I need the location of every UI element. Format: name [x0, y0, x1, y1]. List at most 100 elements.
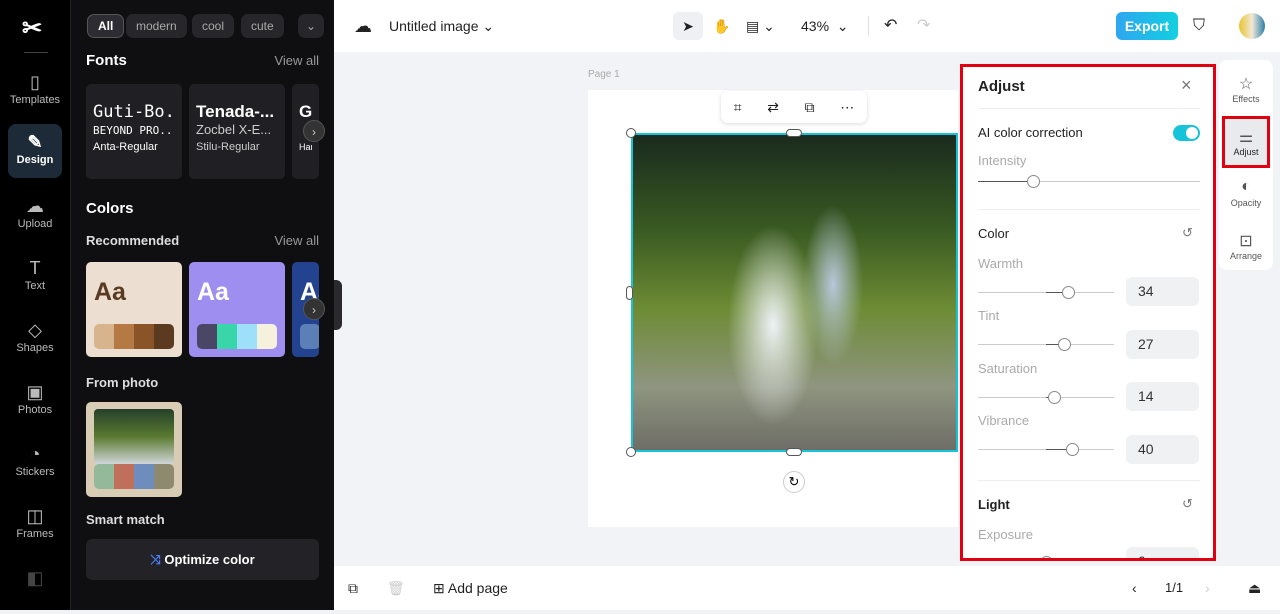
palettes-next-icon[interactable]: › — [303, 298, 325, 320]
side-label: Arrange — [1229, 251, 1263, 261]
more-icon[interactable]: ⋯ — [840, 99, 854, 116]
cloud-save-icon[interactable]: ☁ — [354, 12, 372, 40]
add-page-label: Add page — [447, 580, 508, 596]
smart-match-label: Smart match — [86, 512, 165, 527]
saturation-input[interactable]: 14 — [1126, 382, 1199, 411]
tint-slider[interactable] — [978, 338, 1114, 351]
vibrance-input[interactable]: 40 — [1126, 435, 1199, 464]
resize-handle[interactable] — [626, 128, 636, 138]
chip-cool[interactable]: cool — [192, 14, 235, 38]
rail-label: Frames — [16, 528, 54, 540]
slider-thumb[interactable] — [1058, 338, 1071, 351]
next-page-icon[interactable]: › — [1205, 574, 1210, 602]
upload-icon: ☁ — [26, 196, 44, 216]
ai-color-correction-toggle[interactable] — [1173, 125, 1200, 141]
side-opacity[interactable]: ◐ Opacity — [1222, 170, 1270, 220]
document-title[interactable]: Untitled image ⌄ — [389, 12, 494, 40]
fonts-view-all[interactable]: View all — [274, 53, 319, 68]
tint-input[interactable]: 27 — [1126, 330, 1199, 359]
slider-thumb[interactable] — [1027, 175, 1040, 188]
slider-thumb[interactable] — [1040, 556, 1053, 558]
close-icon[interactable]: × — [1181, 75, 1192, 96]
rail-shapes[interactable]: ◇ Shapes — [8, 312, 62, 366]
select-tool-icon[interactable]: ➤ — [673, 12, 703, 40]
chip-cute[interactable]: cute — [241, 14, 284, 38]
rail-label: Photos — [17, 404, 53, 416]
font-preview: Guti-Bo... — [93, 102, 175, 122]
add-page-button[interactable]: ⊞ Add page — [433, 574, 508, 602]
rail-upload[interactable]: ☁ Upload — [8, 188, 62, 242]
selected-photo[interactable] — [631, 133, 958, 452]
optimize-color-button[interactable]: ⤨ Optimize color — [86, 539, 319, 580]
crop-icon[interactable]: ⌗ — [734, 99, 742, 116]
intensity-slider[interactable] — [978, 175, 1200, 188]
rail-templates[interactable]: ▯ Templates — [8, 64, 62, 118]
from-photo-label: From photo — [86, 375, 159, 390]
right-tool-rail: ☆ Effects ⚌ Adjust ◐ Opacity ⊡ Arrange — [1219, 60, 1273, 270]
zoom-select[interactable]: 43% ⌄ — [801, 12, 849, 40]
resize-handle[interactable] — [626, 447, 636, 457]
rail-label: Shapes — [16, 342, 54, 354]
exposure-input[interactable]: 0 — [1126, 547, 1199, 558]
photos-icon: ▣ — [26, 382, 44, 402]
font-name: Anta-Regular — [93, 141, 158, 153]
hand-tool-icon[interactable]: ✋ — [713, 12, 730, 40]
rail-design[interactable]: ✎ Design — [8, 124, 62, 178]
duplicate-page-icon[interactable]: ⧉ — [348, 574, 358, 602]
avatar[interactable] — [1239, 13, 1265, 39]
divider — [24, 52, 48, 53]
layout-icon[interactable]: ◧ — [8, 560, 62, 614]
font-card[interactable]: Guti-Bo... BEYOND PRO... Anta-Regular — [86, 84, 182, 179]
slider-thumb[interactable] — [1062, 286, 1075, 299]
pages-panel-icon[interactable]: ⏏ — [1248, 574, 1261, 602]
rotate-icon[interactable]: ↻ — [783, 471, 805, 493]
font-preview: Tenada-... — [196, 102, 275, 121]
side-arrange[interactable]: ⊡ Arrange — [1222, 223, 1270, 273]
resize-handle[interactable] — [786, 448, 802, 456]
rail-frames[interactable]: ◫ Frames — [8, 498, 62, 552]
chip-all[interactable]: All — [87, 14, 125, 38]
chip-modern[interactable]: modern — [126, 14, 187, 38]
recommended-label: Recommended — [86, 233, 180, 248]
rail-text[interactable]: T Text — [8, 250, 62, 304]
redo-icon[interactable]: ↷ — [917, 12, 930, 40]
undo-icon[interactable]: ↶ — [884, 12, 897, 40]
rail-stickers[interactable]: ◔ Stickers — [8, 436, 62, 490]
palette-card[interactable]: Aa — [189, 262, 285, 357]
rail-photos[interactable]: ▣ Photos — [8, 374, 62, 428]
resize-handle[interactable] — [626, 286, 633, 300]
slider-thumb[interactable] — [1066, 443, 1079, 456]
vibrance-slider[interactable] — [978, 443, 1114, 456]
effects-icon: ☆ — [1238, 76, 1254, 93]
layout-icon[interactable]: ▤ ⌄ — [746, 12, 775, 40]
chips-expand-chevron-icon[interactable]: ⌄ — [298, 14, 325, 38]
colors-view-all[interactable]: View all — [274, 233, 319, 248]
side-effects[interactable]: ☆ Effects — [1222, 66, 1270, 116]
palette-card[interactable]: Aa — [86, 262, 182, 357]
reset-color-icon[interactable]: ↺ — [1182, 225, 1193, 241]
fonts-next-icon[interactable]: › — [303, 120, 325, 142]
warmth-input[interactable]: 34 — [1126, 277, 1199, 306]
photo-palette-card[interactable] — [86, 402, 182, 497]
saturation-slider[interactable] — [978, 391, 1114, 404]
replace-icon[interactable]: ⇄ — [767, 99, 779, 116]
shuffle-icon: ⤨ — [150, 552, 165, 567]
font-card[interactable]: Tenada-... Zocbel X-E... Stilu-Regular — [189, 84, 285, 179]
reset-light-icon[interactable]: ↺ — [1182, 496, 1193, 512]
warmth-slider[interactable] — [978, 286, 1114, 299]
side-adjust[interactable]: ⚌ Adjust — [1222, 116, 1270, 168]
slider-thumb[interactable] — [1048, 391, 1061, 404]
prev-page-icon[interactable]: ‹ — [1132, 574, 1137, 602]
duplicate-icon[interactable]: ⧉ — [805, 99, 815, 116]
export-button[interactable]: Export — [1116, 12, 1178, 40]
capcut-logo-icon: ✂ — [22, 15, 43, 42]
resize-handle[interactable] — [786, 129, 802, 137]
collapse-panel-handle[interactable] — [334, 280, 342, 330]
delete-page-icon[interactable]: 🗑 — [387, 574, 405, 602]
shield-check-icon[interactable]: ⛉ — [1193, 12, 1205, 40]
zoom-value: 43% — [801, 18, 830, 34]
divider — [978, 209, 1200, 210]
chevron-down-icon: ⌄ — [482, 18, 495, 34]
templates-icon: ▯ — [30, 72, 40, 92]
rail-label: Stickers — [15, 466, 55, 478]
